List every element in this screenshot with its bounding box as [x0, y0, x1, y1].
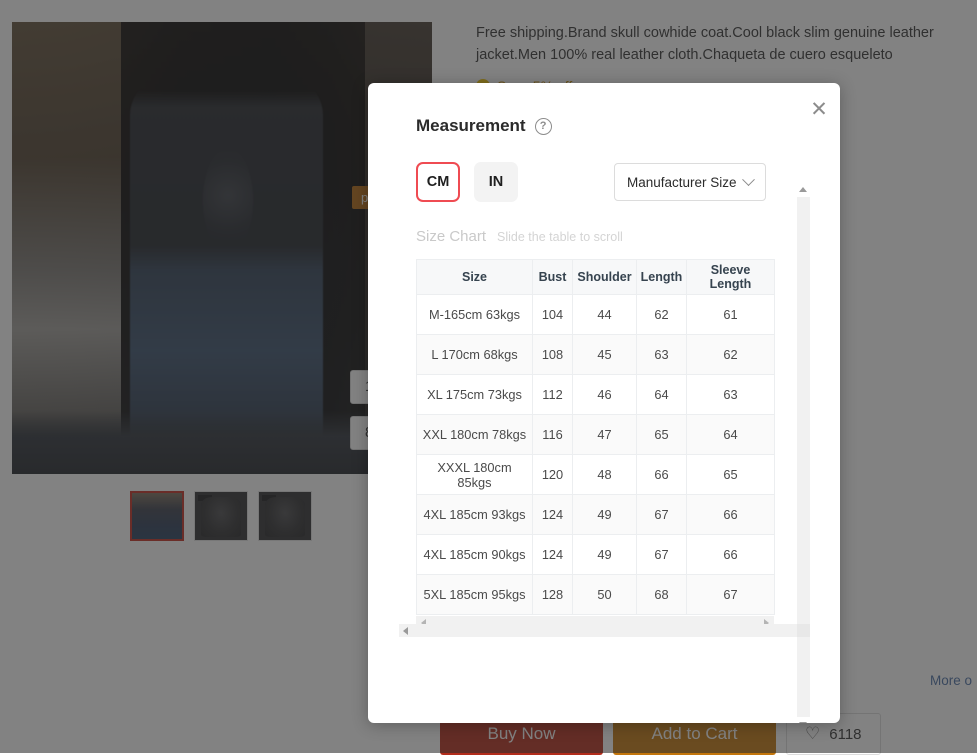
cell-length: 66	[637, 455, 687, 495]
chevron-down-icon	[742, 173, 755, 186]
cell-shoulder: 44	[573, 295, 637, 335]
cell-length: 68	[637, 575, 687, 615]
cell-shoulder: 49	[573, 535, 637, 575]
cell-bust: 128	[533, 575, 573, 615]
cell-bust: 112	[533, 375, 573, 415]
cell-size: XL 175cm 73kgs	[417, 375, 533, 415]
column-header-shoulder: Shoulder	[573, 260, 637, 295]
cell-bust: 120	[533, 455, 573, 495]
cell-size: 4XL 185cm 90kgs	[417, 535, 533, 575]
table-header-row: Size Bust Shoulder Length Sleeve Length	[417, 260, 775, 295]
cell-size: XXL 180cm 78kgs	[417, 415, 533, 455]
cell-shoulder: 48	[573, 455, 637, 495]
cell-length: 65	[637, 415, 687, 455]
unit-toggle-row: CM IN Manufacturer Size	[416, 162, 810, 202]
modal-horizontal-scrollbar[interactable]	[399, 624, 809, 637]
measurement-modal: ✕ Measurement ? CM IN Manufacturer Size …	[368, 83, 840, 723]
cell-length: 67	[637, 535, 687, 575]
size-chart-heading: Size Chart Slide the table to scroll	[416, 228, 810, 245]
cell-size: XXXL 180cm 85kgs	[417, 455, 533, 495]
cell-sleeve-length: 62	[687, 335, 775, 375]
size-chart-label: Size Chart	[416, 228, 486, 245]
cell-sleeve-length: 61	[687, 295, 775, 335]
table-row: 4XL 185cm 90kgs 124 49 67 66	[417, 535, 775, 575]
close-icon[interactable]: ✕	[809, 99, 829, 119]
cell-length: 64	[637, 375, 687, 415]
modal-title-row: Measurement ?	[416, 116, 810, 136]
cell-shoulder: 49	[573, 495, 637, 535]
cell-shoulder: 45	[573, 335, 637, 375]
size-type-value: Manufacturer Size	[627, 175, 737, 190]
cell-shoulder: 50	[573, 575, 637, 615]
column-header-bust: Bust	[533, 260, 573, 295]
cell-size: 4XL 185cm 93kgs	[417, 495, 533, 535]
cell-sleeve-length: 63	[687, 375, 775, 415]
size-type-select[interactable]: Manufacturer Size	[614, 163, 766, 201]
arrow-left-icon[interactable]	[403, 627, 408, 635]
table-row: L 170cm 68kgs 108 45 63 62	[417, 335, 775, 375]
cell-shoulder: 46	[573, 375, 637, 415]
cell-sleeve-length: 66	[687, 535, 775, 575]
scrollbar-corner	[797, 624, 810, 637]
arrow-down-icon[interactable]	[797, 718, 810, 723]
cell-bust: 116	[533, 415, 573, 455]
table-row: 5XL 185cm 95kgs 128 50 68 67	[417, 575, 775, 615]
cell-length: 62	[637, 295, 687, 335]
cell-size: 5XL 185cm 95kgs	[417, 575, 533, 615]
page-title: Measurement	[416, 116, 526, 136]
table-row: XXL 180cm 78kgs 116 47 65 64	[417, 415, 775, 455]
unit-button-in[interactable]: IN	[474, 162, 518, 202]
size-chart-hint: Slide the table to scroll	[497, 230, 623, 244]
cell-sleeve-length: 66	[687, 495, 775, 535]
cell-sleeve-length: 64	[687, 415, 775, 455]
column-header-size: Size	[417, 260, 533, 295]
size-table-wrapper: Size Bust Shoulder Length Sleeve Length …	[416, 259, 774, 629]
size-chart-table: Size Bust Shoulder Length Sleeve Length …	[416, 259, 775, 615]
cell-sleeve-length: 65	[687, 455, 775, 495]
table-row: M-165cm 63kgs 104 44 62 61	[417, 295, 775, 335]
cell-sleeve-length: 67	[687, 575, 775, 615]
cell-shoulder: 47	[573, 415, 637, 455]
cell-bust: 124	[533, 535, 573, 575]
column-header-length: Length	[637, 260, 687, 295]
table-row: XL 175cm 73kgs 112 46 64 63	[417, 375, 775, 415]
arrow-up-icon[interactable]	[797, 184, 810, 197]
cell-size: M-165cm 63kgs	[417, 295, 533, 335]
question-mark-icon[interactable]: ?	[535, 118, 552, 135]
column-header-sleeve-length: Sleeve Length	[687, 260, 775, 295]
cell-length: 63	[637, 335, 687, 375]
cell-size: L 170cm 68kgs	[417, 335, 533, 375]
unit-button-cm[interactable]: CM	[416, 162, 460, 202]
modal-vertical-scrollbar-thumb[interactable]	[797, 197, 810, 717]
cell-bust: 108	[533, 335, 573, 375]
cell-length: 67	[637, 495, 687, 535]
cell-bust: 124	[533, 495, 573, 535]
table-row: XXXL 180cm 85kgs 120 48 66 65	[417, 455, 775, 495]
cell-bust: 104	[533, 295, 573, 335]
size-table-body: M-165cm 63kgs 104 44 62 61 L 170cm 68kgs…	[417, 295, 775, 615]
table-row: 4XL 185cm 93kgs 124 49 67 66	[417, 495, 775, 535]
